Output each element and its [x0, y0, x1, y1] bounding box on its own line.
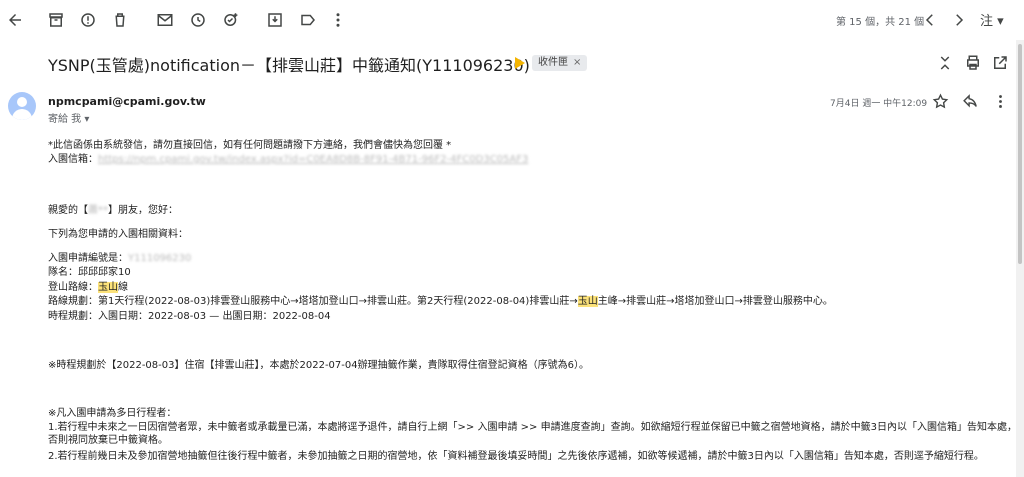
star-icon[interactable]	[932, 93, 949, 114]
collapse-icon[interactable]	[936, 54, 954, 76]
plan-highlight: 玉山	[577, 296, 598, 307]
avatar	[8, 92, 36, 120]
print-icon[interactable]	[964, 54, 982, 76]
scrollbar-thumb[interactable]	[1018, 44, 1022, 264]
archive-icon[interactable]	[45, 9, 67, 31]
multi-day-rule-1: 1.若行程中未來之一日因宿營者眾，未中籤者或承載量已滿，本處將逕予退件，請自行上…	[48, 422, 1017, 446]
reply-icon[interactable]	[962, 93, 979, 114]
route-line: 登山路線：玉山線	[48, 282, 128, 293]
email-subject: YSNP(玉管處)notification－【排雲山莊】中籤通知(Y111096…	[48, 56, 530, 75]
open-new-window-icon[interactable]	[991, 54, 1009, 76]
chevron-left-icon[interactable]	[919, 9, 941, 31]
multi-day-title: ※凡入園申請為多日行程者：	[48, 408, 177, 419]
remove-label-icon[interactable]: ×	[573, 57, 581, 68]
mail-icon[interactable]	[154, 9, 176, 31]
multi-day-rule-2: 2.若行程前幾日未及參加宿營地抽籤但往後行程中籤者，未參加抽籤之日期的宿營地，依…	[48, 451, 984, 462]
application-number-line: 入園申請編號是：Y111096230	[48, 253, 192, 264]
snooze-icon[interactable]	[187, 9, 209, 31]
inbox-link-label: 入園信箱：	[48, 154, 98, 165]
recipient-name: 蕭**	[88, 205, 108, 216]
recipient-dropdown[interactable]: 寄給 我 ▾	[48, 110, 89, 125]
inbox-link-line: 入園信箱：https://npm.cpami.gov.tw/index.aspx…	[48, 153, 528, 166]
pagination-text: 第 15 個，共 21 個	[836, 17, 925, 28]
back-icon[interactable]	[4, 9, 26, 31]
sender-email[interactable]: npmcpami@cpami.gov.tw	[48, 95, 206, 108]
inbox-link[interactable]: https://npm.cpami.gov.tw/index.aspx?id=C…	[98, 154, 528, 165]
route-highlight: 玉山	[98, 282, 118, 293]
label-text: 收件匣	[538, 57, 568, 68]
inbox-label-chip: 收件匣 ×	[532, 55, 588, 71]
greeting: 親愛的【蕭**】朋友，您好：	[48, 205, 178, 216]
report-spam-icon[interactable]	[77, 9, 99, 31]
more-vert-message-icon[interactable]	[992, 93, 1009, 114]
schedule-line: 時程規劃：入園日期：2022-08-03 — 出園日期：2022-08-04	[48, 311, 331, 322]
chevron-right-icon[interactable]	[948, 9, 970, 31]
application-number: Y111096230	[128, 253, 192, 264]
move-to-icon[interactable]	[264, 9, 286, 31]
message-date: 7月4日 週一 中午12:09	[830, 99, 928, 109]
delete-icon[interactable]	[109, 9, 131, 31]
intro-line: 下列為您申請的入園相關資料：	[48, 229, 188, 240]
route-plan-line: 路線規劃：第1天行程(2022-08-03)排雲登山服務中心→塔塔加登山口→排雲…	[48, 296, 833, 307]
importance-marker-icon[interactable]	[515, 57, 525, 69]
lottery-notice: ※時程規劃於【2022-08-03】住宿【排雲山莊】，本處於2022-07-04…	[48, 360, 589, 371]
more-vert-icon[interactable]	[327, 9, 349, 31]
team-name-line: 隊名：邱邱邱家10	[48, 267, 131, 278]
input-tools-button[interactable]: 注 ▾	[980, 10, 1004, 29]
add-task-icon[interactable]	[220, 9, 242, 31]
toolbar: 第 15 個，共 21 個 注 ▾	[0, 0, 1024, 40]
label-icon[interactable]	[297, 9, 319, 31]
system-notice-line: *此信函係由系統發信，請勿直接回信，如有任何問題請撥下方連絡，我們會儘快為您回覆…	[48, 140, 452, 151]
